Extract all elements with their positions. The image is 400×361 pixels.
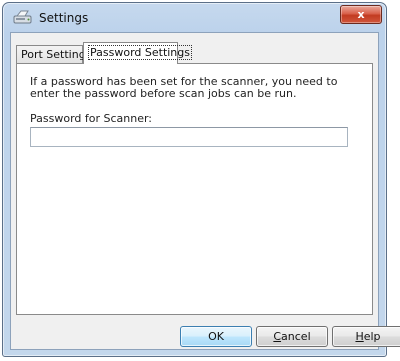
password-input[interactable] (30, 127, 348, 147)
password-description: If a password has been set for the scann… (30, 75, 338, 100)
settings-dialog: Settings x Port Settings Password Settin… (2, 2, 400, 357)
help-button[interactable]: Help (332, 326, 400, 347)
close-button[interactable]: x (340, 5, 382, 24)
help-mnemonic: H (355, 330, 364, 343)
window-title: Settings (39, 11, 89, 25)
tab-strip: Port Settings Password Settings (16, 42, 316, 64)
close-icon: x (357, 8, 365, 21)
tab-password-settings-label: Password Settings (88, 45, 192, 60)
password-settings-panel: If a password has been set for the scann… (16, 63, 373, 315)
cancel-mnemonic: C (273, 330, 282, 343)
help-button-label: elp (363, 330, 381, 343)
cancel-button[interactable]: Cancel (256, 326, 328, 347)
ok-button-label: OK (208, 330, 224, 343)
scanner-icon (13, 9, 35, 27)
title-bar[interactable]: Settings x (3, 3, 386, 31)
tab-port-settings[interactable]: Port Settings (16, 45, 91, 64)
tab-password-settings[interactable]: Password Settings (83, 42, 192, 64)
cancel-button-label: ancel (281, 330, 311, 343)
ok-button[interactable]: OK (180, 326, 252, 347)
tab-port-settings-label: Port Settings (21, 48, 92, 61)
password-label: Password for Scanner: (30, 112, 153, 125)
dialog-body: Port Settings Password Settings If a pas… (10, 32, 400, 350)
